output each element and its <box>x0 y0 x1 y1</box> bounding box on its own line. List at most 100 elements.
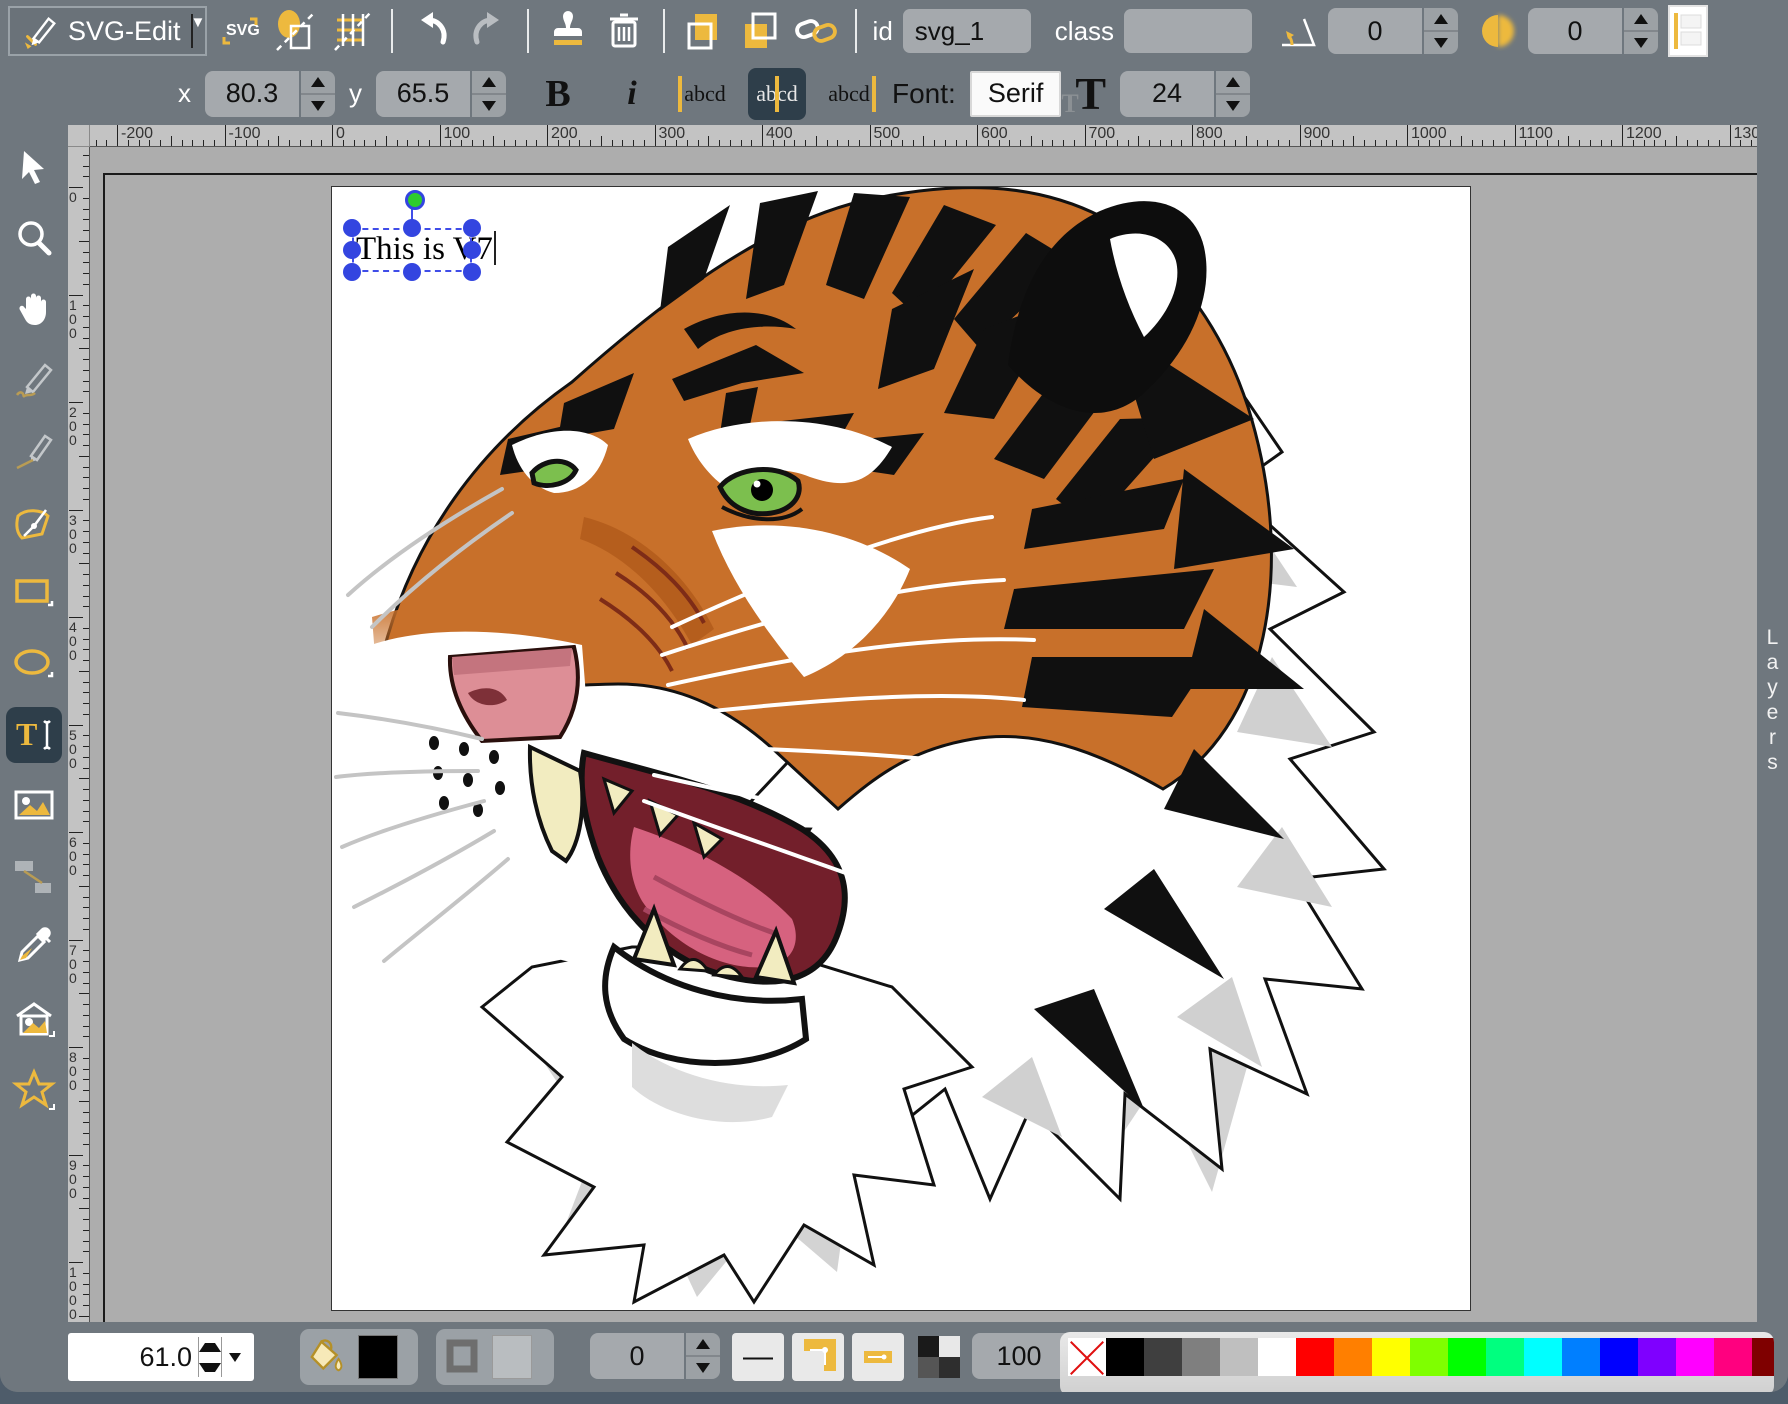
palette-swatch[interactable] <box>1448 1338 1486 1376</box>
palette-swatch[interactable] <box>1182 1338 1220 1376</box>
horizontal-ruler: -200-10001002003004005006007008009001000… <box>90 125 1757 147</box>
x-up-button[interactable] <box>301 71 335 93</box>
layers-sidebar-tab[interactable]: Layers <box>1757 125 1788 1322</box>
grid-toggle-button[interactable] <box>329 8 375 54</box>
palette-swatch[interactable] <box>1144 1338 1182 1376</box>
move-bottom-button[interactable] <box>681 8 727 54</box>
stroke-width-input[interactable] <box>590 1333 684 1379</box>
palette-swatch[interactable] <box>1600 1338 1638 1376</box>
undo-button[interactable] <box>409 8 455 54</box>
palette-swatch[interactable] <box>1106 1338 1144 1376</box>
blur-up-button[interactable] <box>1624 8 1658 30</box>
text-anchor-end-button[interactable]: abcd <box>820 68 878 120</box>
blur-stepper <box>1528 8 1658 54</box>
x-down-button[interactable] <box>301 93 335 117</box>
blur-input[interactable] <box>1528 8 1622 54</box>
text-anchor-middle-button[interactable]: abcd <box>748 68 806 120</box>
tool-zoom[interactable] <box>0 202 68 273</box>
linecap-button[interactable] <box>852 1333 904 1381</box>
zoom-down-button[interactable] <box>199 1357 221 1377</box>
stroke-width-up-button[interactable] <box>686 1333 720 1355</box>
palette-swatch-none[interactable] <box>1068 1338 1106 1376</box>
resize-grip-n[interactable] <box>403 219 421 237</box>
font-family-button[interactable]: Serif <box>970 71 1062 117</box>
resize-grip-nw[interactable] <box>343 219 361 237</box>
resize-grip-se[interactable] <box>463 263 481 281</box>
ruler-corner <box>68 125 90 147</box>
tool-path[interactable] <box>0 486 68 557</box>
tool-image[interactable] <box>0 770 68 841</box>
angle-up-button[interactable] <box>1424 8 1458 30</box>
tool-connector[interactable] <box>0 841 68 912</box>
id-input[interactable] <box>903 9 1031 53</box>
palette-swatch[interactable] <box>1676 1338 1714 1376</box>
delete-button[interactable] <box>601 8 647 54</box>
source-editor-button[interactable]: SVG <box>217 8 263 54</box>
zoom-dropdown-button[interactable] <box>222 1353 248 1362</box>
y-up-button[interactable] <box>472 71 506 93</box>
font-size-up-button[interactable] <box>1216 71 1250 93</box>
palette-swatch[interactable] <box>1524 1338 1562 1376</box>
tool-eyedropper[interactable] <box>0 912 68 983</box>
stroke-width-down-button[interactable] <box>686 1355 720 1379</box>
clone-button[interactable] <box>545 8 591 54</box>
palette-swatch[interactable] <box>1752 1338 1774 1376</box>
work-area: -200-10001002003004005006007008009001000… <box>68 125 1757 1322</box>
text-anchor-start-button[interactable]: abcd <box>676 68 734 120</box>
stroke-color-swatch[interactable] <box>492 1335 532 1379</box>
resize-grip-e[interactable] <box>463 241 481 259</box>
palette-swatch[interactable] <box>1638 1338 1676 1376</box>
fill-color-swatch[interactable] <box>358 1335 398 1379</box>
wireframe-mode-button[interactable] <box>273 8 319 54</box>
palette-swatch[interactable] <box>1486 1338 1524 1376</box>
blur-down-button[interactable] <box>1624 30 1658 54</box>
make-link-button[interactable] <box>793 8 839 54</box>
bold-button[interactable]: B <box>528 71 588 117</box>
resize-grip-w[interactable] <box>343 241 361 259</box>
palette-swatch[interactable] <box>1220 1338 1258 1376</box>
tool-text[interactable]: T <box>0 699 68 770</box>
palette-swatch[interactable] <box>1562 1338 1600 1376</box>
palette-swatch[interactable] <box>1714 1338 1752 1376</box>
tool-rect[interactable] <box>0 557 68 628</box>
move-top-button[interactable] <box>737 8 783 54</box>
rotate-grip[interactable] <box>405 190 425 210</box>
tool-line[interactable] <box>0 415 68 486</box>
tool-select[interactable] <box>0 131 68 202</box>
font-size-down-button[interactable] <box>1216 93 1250 117</box>
tool-shape-library[interactable] <box>0 983 68 1054</box>
position-align-button[interactable] <box>1668 5 1708 57</box>
linejoin-button[interactable] <box>792 1333 844 1381</box>
tool-ellipse[interactable] <box>0 628 68 699</box>
canvas-viewport[interactable]: This is V7 <box>90 147 1757 1322</box>
tiger-artwork[interactable] <box>332 187 1470 1310</box>
zoom-value[interactable]: 61.0 <box>74 1342 198 1373</box>
redo-button[interactable] <box>465 8 511 54</box>
resize-grip-sw[interactable] <box>343 263 361 281</box>
palette-swatch[interactable] <box>1334 1338 1372 1376</box>
palette-swatch[interactable] <box>1372 1338 1410 1376</box>
palette-swatch[interactable] <box>1296 1338 1334 1376</box>
palette-swatch[interactable] <box>1410 1338 1448 1376</box>
angle-down-button[interactable] <box>1424 30 1458 54</box>
tool-pan[interactable] <box>0 273 68 344</box>
zoom-up-button[interactable] <box>199 1337 221 1357</box>
tool-star[interactable] <box>0 1054 68 1125</box>
palette-swatch[interactable] <box>1258 1338 1296 1376</box>
font-size-input[interactable] <box>1120 71 1214 117</box>
opacity-input[interactable] <box>972 1333 1066 1379</box>
stroke-style-button[interactable]: — <box>732 1333 784 1381</box>
stamp-icon <box>545 8 591 54</box>
y-input[interactable] <box>376 71 470 117</box>
main-menu-button[interactable]: SVG-Edit ▼ <box>8 6 207 56</box>
resize-grip-s[interactable] <box>403 263 421 281</box>
y-down-button[interactable] <box>472 93 506 117</box>
resize-grip-ne[interactable] <box>463 219 481 237</box>
canvas-page[interactable]: This is V7 <box>332 187 1470 1310</box>
image-tool-icon <box>12 784 56 828</box>
italic-button[interactable]: i <box>602 71 662 117</box>
class-input[interactable] <box>1124 9 1252 53</box>
angle-input[interactable] <box>1328 8 1422 54</box>
tool-pencil[interactable] <box>0 344 68 415</box>
x-input[interactable] <box>205 71 299 117</box>
